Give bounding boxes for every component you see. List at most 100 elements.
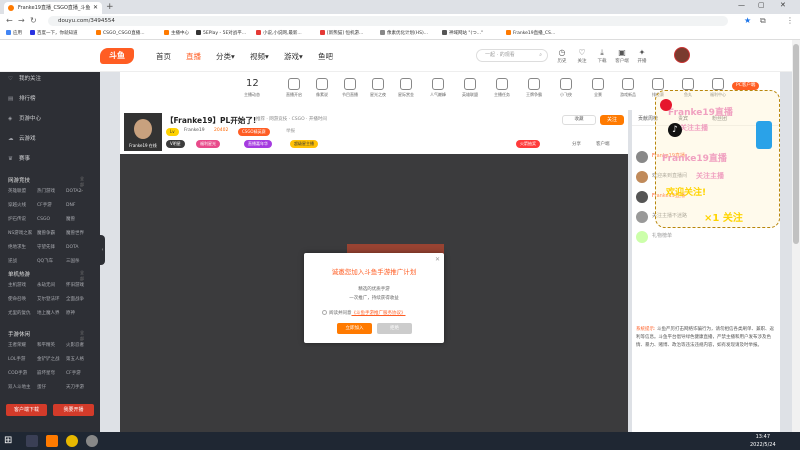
new-tab-button[interactable]: + — [106, 2, 114, 12]
report-link[interactable]: 举报 — [286, 128, 295, 134]
sidebar-game-item[interactable]: 魔兽 — [66, 214, 95, 226]
sidebar-game-item[interactable]: 使命召唤 — [8, 294, 37, 306]
nav-home[interactable]: 首页 — [156, 51, 171, 62]
start-live-icon[interactable]: ✦ 开播 — [634, 47, 650, 64]
windows-start-icon[interactable]: ⊞ — [4, 435, 16, 447]
maximize-button[interactable]: ▢ — [758, 1, 765, 9]
dynamic-count[interactable]: 12 — [246, 78, 259, 89]
sidebar-game-item[interactable]: CF手游 — [37, 200, 66, 212]
sidebar-game-item[interactable]: 全面战争 — [66, 294, 95, 306]
bookmark-item[interactable]: 5EPlay - 5E对战平... — [196, 28, 246, 40]
page-scrollbar[interactable] — [792, 40, 800, 432]
sidebar-game-item[interactable]: 三国杀 — [66, 256, 95, 268]
sidebar-game-item[interactable]: 地上魔人界 — [37, 308, 66, 320]
scrollbar-thumb[interactable] — [793, 44, 799, 244]
bookmark-item[interactable]: 百度一下，你就知道 — [30, 28, 78, 40]
sidebar-game-item[interactable]: 尤里的复仇 — [8, 308, 37, 320]
list-item[interactable]: 礼物榜单 — [636, 228, 776, 246]
bookmark-star-icon[interactable]: ★ — [744, 16, 751, 26]
streamer-name[interactable]: Franke19 — [184, 128, 205, 133]
radio-icon[interactable] — [322, 310, 327, 315]
join-button[interactable]: 立即加入 — [337, 323, 372, 334]
menu-icon[interactable]: ⋮ — [786, 16, 794, 26]
client-button[interactable]: 客户端 — [596, 141, 610, 147]
taskbar-app-icon[interactable] — [26, 435, 38, 447]
sidebar-game-item[interactable]: NS游戏之家 — [8, 228, 37, 240]
agreement-link[interactable]: 《斗鱼手游推广服务协议》 — [352, 311, 406, 316]
sidebar-game-item[interactable]: 逆战 — [8, 256, 37, 268]
reload-icon[interactable]: ↻ — [30, 16, 37, 26]
browser-tab[interactable]: Franke19直播_CSGO直播_斗鱼 ✕ — [4, 2, 102, 14]
sidebar-game-item[interactable]: 艾尔登法环 — [37, 294, 66, 306]
sidebar-game-item[interactable]: 守望先锋 — [37, 242, 66, 254]
nav-video[interactable]: 视频▾ — [250, 51, 269, 62]
room-tag[interactable]: 超级星主播 — [290, 140, 318, 148]
sidebar-game-item[interactable]: 魔兽世界 — [66, 228, 95, 240]
user-avatar[interactable] — [674, 47, 690, 63]
close-tab-icon[interactable]: ✕ — [93, 2, 98, 14]
sidebar-game-item[interactable]: 炉石传说 — [8, 214, 37, 226]
pc-client-badge[interactable]: PC客户端 — [732, 82, 760, 90]
taskbar-app-icon[interactable] — [86, 435, 98, 447]
search-input[interactable]: 一起 · 的观看 ⌕ — [476, 49, 548, 62]
agree-checkbox[interactable]: 阅读并同意《斗鱼手游推广服务协议》 — [322, 310, 406, 316]
bookmark-item[interactable]: CSGO_CSGO直播... — [96, 28, 145, 40]
extensions-icon[interactable]: ⧉ — [760, 16, 766, 26]
sidebar-game-item[interactable]: 怀旧游戏 — [66, 280, 95, 292]
streamer-avatar[interactable]: Franke19 在线 — [124, 113, 162, 151]
sidebar-game-item[interactable]: 英雄联盟 — [8, 186, 37, 198]
nav-category[interactable]: 分类▾ — [216, 51, 235, 62]
sidebar-game-item[interactable]: DOTA — [66, 242, 95, 254]
search-icon[interactable]: ⌕ — [539, 50, 542, 61]
sidebar-item-cloudgame[interactable]: ☁ 云游戏 — [8, 134, 36, 144]
client-icon[interactable]: ▣ 客户端 — [614, 47, 630, 64]
sidebar-game-item[interactable]: 火影忍者 — [66, 340, 95, 352]
category-item[interactable]: 全景 — [584, 78, 612, 98]
sidebar-game-item[interactable]: CSGO — [37, 214, 66, 226]
room-category[interactable]: 推荐 · 网游竞技 · CSGO · 开播时间 — [256, 116, 327, 122]
category-item[interactable]: 星际赏金 — [392, 78, 420, 98]
category-item[interactable]: 星光之夜 — [364, 78, 392, 98]
sidebar-item-events[interactable]: ♛ 赛事 — [8, 154, 30, 164]
sidebar-game-item[interactable]: 穿越火线 — [8, 200, 37, 212]
bookmark-item[interactable]: 神域网站 "(つ..." — [442, 28, 483, 40]
sidebar-item-follow[interactable]: ♡ 我的关注 — [8, 74, 41, 84]
follow-icon[interactable]: ♡ 关注 — [574, 47, 590, 64]
follow-button[interactable]: 关注 — [600, 115, 624, 125]
minimize-button[interactable]: — — [738, 1, 745, 9]
sidebar-game-item[interactable]: DOTA2 — [66, 186, 95, 198]
sidebar-game-item[interactable]: 原神 — [66, 308, 95, 320]
category-item[interactable]: 英雄联盟 — [456, 78, 484, 98]
category-item[interactable]: 游戏新品 — [614, 78, 642, 98]
nav-live[interactable]: 直播 — [186, 51, 201, 62]
sidebar-game-item[interactable]: 天刀手游 — [66, 382, 95, 394]
chrome-icon[interactable] — [66, 435, 78, 447]
sidebar-game-item[interactable]: DNF — [66, 200, 95, 212]
close-icon[interactable]: ✕ — [435, 256, 440, 263]
sidebar-game-item[interactable]: 绝地求生 — [8, 242, 37, 254]
sidebar-game-item[interactable]: CF手游 — [66, 368, 95, 380]
category-item[interactable]: 人气巅峰 — [424, 78, 452, 98]
sidebar-game-item[interactable]: 王者荣耀 — [8, 340, 37, 352]
bookmark-item[interactable]: 主播中心 — [164, 28, 189, 40]
nav-yuba[interactable]: 鱼吧 — [318, 51, 333, 62]
sidebar-game-item[interactable]: 崩坏星穹 — [37, 368, 66, 380]
category-item[interactable]: 像素说 — [308, 78, 336, 98]
sidebar-game-item[interactable]: 双人斗地主 — [8, 382, 37, 394]
bookmark-item[interactable]: 像素优化计划(HS)... — [380, 28, 428, 40]
category-item[interactable]: 小飞侠 — [552, 78, 580, 98]
category-item[interactable]: 王牌争霸 — [520, 78, 548, 98]
sidebar-game-item[interactable]: 和平精英 — [37, 340, 66, 352]
forward-icon[interactable]: → — [18, 16, 25, 26]
close-window-button[interactable]: ✕ — [780, 1, 786, 9]
url-input[interactable]: douyu.com/3494554 — [48, 16, 728, 26]
favorite-button[interactable]: 收藏 — [562, 115, 596, 125]
taskbar-clock[interactable]: 13:47 2022/5/24 — [750, 433, 776, 449]
sidebar-game-item[interactable]: 金铲铲之战 — [37, 354, 66, 366]
rank-tag[interactable]: CSGO精英赛 — [238, 128, 270, 136]
start-live-button[interactable]: 我要开播 — [53, 404, 94, 416]
history-icon[interactable]: ◷ 历史 — [554, 47, 570, 64]
sidebar-game-item[interactable]: COD手游 — [8, 368, 37, 380]
share-button[interactable]: 分享 — [572, 141, 581, 147]
sidebar-collapse-icon[interactable]: ‹ — [100, 235, 105, 265]
